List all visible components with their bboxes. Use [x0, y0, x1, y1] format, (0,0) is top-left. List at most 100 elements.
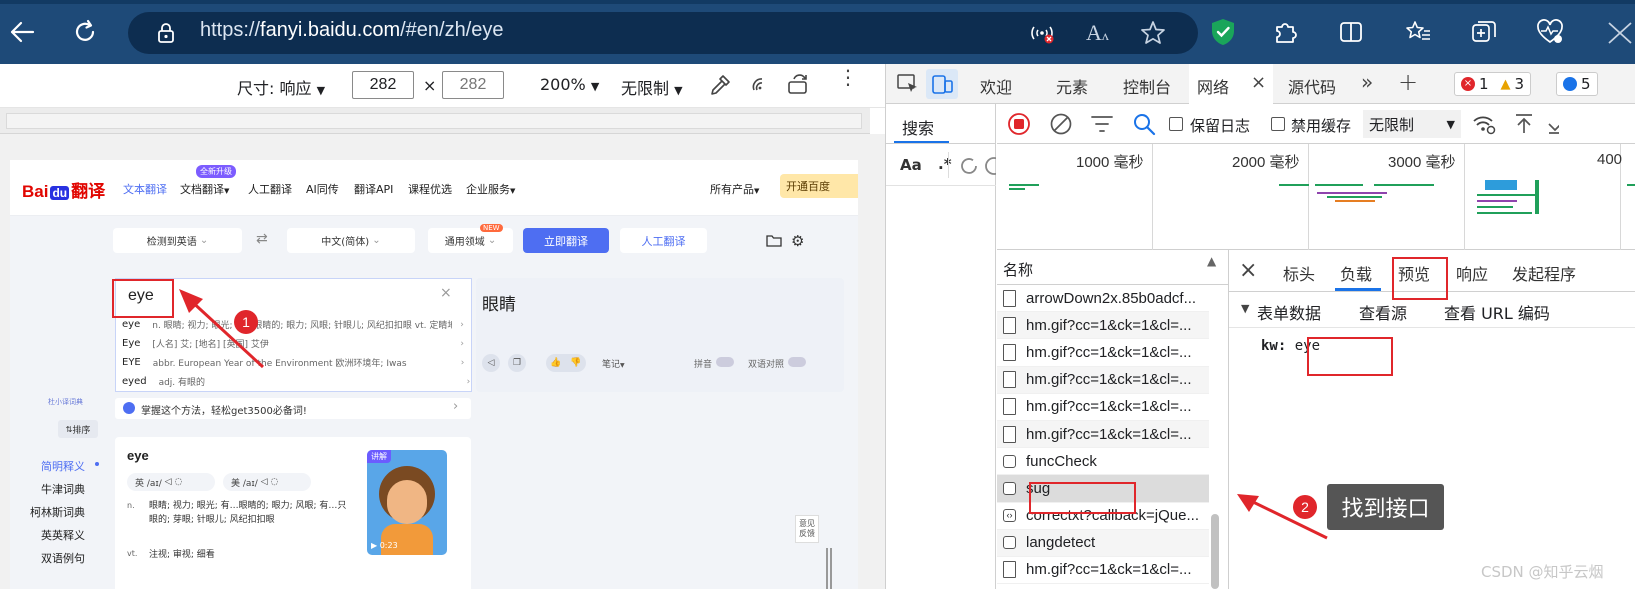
tab-payload[interactable]: 负载	[1340, 261, 1372, 285]
tab-headers[interactable]: 标头	[1283, 261, 1315, 285]
tab-sources[interactable]: 源代码	[1288, 74, 1336, 98]
open-membership-button[interactable]: 开通百度	[780, 174, 858, 198]
explainer-video[interactable]: 讲解 ▶ 0:23	[367, 450, 447, 555]
nav-text-translate[interactable]: 文本翻译	[123, 181, 167, 197]
speaker-icon[interactable]: ◁	[482, 354, 500, 372]
split-screen-icon[interactable]	[1338, 19, 1364, 49]
network-conditions-icon[interactable]	[1471, 112, 1497, 136]
target-language-select[interactable]: 中文(简体) ⌄	[287, 228, 415, 253]
sort-button[interactable]: ⇅ 排序	[58, 420, 98, 438]
tab-initiator[interactable]: 发起程序	[1512, 261, 1576, 285]
more-options-icon[interactable]: ⋮	[838, 67, 858, 87]
sidebar-item-collins[interactable]: 柯林斯词典	[20, 504, 85, 520]
import-har-icon[interactable]	[1513, 112, 1535, 136]
throttle-dropdown[interactable]: 无限制 ▼	[621, 75, 683, 99]
all-products-dropdown[interactable]: 所有产品▼	[710, 181, 759, 197]
refresh-button[interactable]	[67, 14, 103, 50]
phonetic-us[interactable]: 美 /aɪ/ ◁ ◌	[223, 473, 311, 491]
human-translate-button[interactable]: 人工翻译	[620, 228, 707, 253]
issues-counter[interactable]: × 1 ▲ 3	[1454, 72, 1532, 96]
sidebar-item-examples[interactable]: 双语例句	[20, 550, 85, 566]
export-har-icon[interactable]	[1547, 112, 1559, 136]
request-row[interactable]: arrowDown2x.85b0adcf...	[997, 285, 1209, 313]
notes-dropdown[interactable]: 笔记▼	[602, 357, 625, 370]
request-row[interactable]: hm.gif?cc=1&ck=1&cl=...	[997, 557, 1209, 585]
preserve-log-checkbox[interactable]	[1169, 117, 1183, 131]
shield-extension-icon[interactable]	[1210, 18, 1236, 50]
request-row[interactable]: hm.gif?cc=1&ck=1&cl=...	[997, 366, 1209, 394]
width-input[interactable]: 282	[352, 71, 414, 99]
request-row[interactable]: hm.gif?cc=1&ck=1&cl=...	[997, 312, 1209, 340]
suggestion-item[interactable]: EYE abbr. European Year of the Environmen…	[116, 353, 471, 372]
inspect-element-icon[interactable]	[896, 73, 920, 99]
close-tab-icon[interactable]: ×	[1251, 72, 1266, 93]
collections-icon[interactable]	[1470, 19, 1498, 49]
search-icon[interactable]	[1132, 112, 1156, 136]
suggestion-item[interactable]: Eye [人名] 艾; [地名] [英国] 艾伊 ›	[116, 334, 471, 353]
extensions-puzzle-icon[interactable]	[1272, 19, 1298, 49]
broadcast-blocked-icon[interactable]	[1030, 22, 1054, 48]
tab-console[interactable]: 控制台	[1123, 74, 1171, 98]
new-tab-plus-icon[interactable]: +	[1398, 68, 1418, 96]
nav-doc-translate[interactable]: 文档翻译▼	[180, 181, 229, 197]
nav-ai-interpret[interactable]: AI同传	[306, 181, 339, 197]
tab-welcome[interactable]: 欢迎	[980, 74, 1012, 98]
lock-icon[interactable]	[156, 22, 176, 48]
sidebar-item-concise[interactable]: 简明释义	[20, 458, 85, 474]
network-throttle-select[interactable]: 无限制 ▼	[1363, 110, 1461, 138]
close-details-icon[interactable]: ×	[1239, 258, 1257, 283]
info-counter[interactable]: 5	[1556, 72, 1598, 96]
nav-translate-api[interactable]: 翻译API	[354, 181, 393, 197]
tab-response[interactable]: 响应	[1456, 261, 1488, 285]
nav-enterprise[interactable]: 企业服务▼	[466, 181, 515, 197]
search-tab[interactable]: 搜索	[886, 104, 996, 144]
request-row[interactable]: funcCheck	[997, 448, 1209, 476]
record-stop-icon[interactable]	[1007, 112, 1031, 136]
device-mode-toggle[interactable]	[926, 69, 958, 99]
clear-log-icon[interactable]	[1049, 112, 1073, 136]
translate-now-button[interactable]: 立即翻译	[523, 228, 609, 253]
request-row[interactable]: hm.gif?cc=1&ck=1&cl=...	[997, 394, 1209, 421]
favorite-star-icon[interactable]	[1140, 20, 1166, 49]
feedback-thumbs-icon[interactable]: 👍 👎	[546, 354, 586, 372]
clear-input-icon[interactable]: ×	[440, 285, 452, 301]
page-scroll-handle[interactable]	[826, 548, 834, 589]
favorites-list-icon[interactable]	[1404, 19, 1432, 49]
health-heart-icon[interactable]	[1536, 19, 1564, 49]
eyedropper-icon[interactable]	[708, 73, 732, 101]
request-row[interactable]: langdetect	[997, 529, 1209, 557]
feedback-button[interactable]: 意见反馈	[795, 515, 819, 543]
rotate-device-icon[interactable]	[786, 73, 812, 101]
refresh-search-icon[interactable]	[958, 155, 980, 177]
read-aloud-icon[interactable]: Aʌ	[1086, 20, 1109, 46]
source-language-select[interactable]: 检测到英语 ⌄	[113, 228, 242, 253]
tab-network[interactable]: 网络 ×	[1189, 64, 1273, 104]
view-url-encoded-link[interactable]: 查看 URL 编码	[1444, 300, 1550, 324]
pinyin-toggle[interactable]	[716, 357, 734, 367]
tab-elements[interactable]: 元素	[1056, 74, 1088, 98]
sidebar-item-oxford[interactable]: 牛津词典	[20, 481, 85, 497]
url-text[interactable]: https://fanyi.baidu.com/#en/zh/eye	[200, 19, 504, 42]
back-button[interactable]	[4, 14, 40, 50]
swap-languages-icon[interactable]: ⇄	[256, 231, 268, 247]
disable-cache-checkbox[interactable]	[1271, 117, 1285, 131]
nav-courses[interactable]: 课程优选	[408, 181, 452, 197]
match-case-toggle[interactable]: Aa	[900, 156, 922, 174]
request-row[interactable]: hm.gif?cc=1&ck=1&cl=...	[997, 339, 1209, 367]
phonetic-uk[interactable]: 英 /aɪ/ ◁ ◌	[127, 473, 215, 491]
regex-toggle[interactable]: .*	[938, 155, 952, 173]
settings-gear-icon[interactable]: ⚙	[791, 232, 804, 250]
request-row[interactable]: hm.gif?cc=1&ck=1&cl=...	[997, 420, 1209, 449]
sidebar-item-en-en[interactable]: 英英释义	[20, 527, 85, 543]
copilot-icon[interactable]	[1605, 20, 1635, 50]
dimensions-dropdown[interactable]: 尺寸: 响应 ▼	[237, 75, 325, 99]
zoom-dropdown[interactable]: 200% ▼	[540, 75, 599, 94]
bilingual-toggle[interactable]	[788, 357, 806, 367]
list-scrollbar[interactable]	[1211, 514, 1219, 589]
sensor-icon[interactable]	[748, 73, 772, 101]
filter-icon[interactable]	[1090, 113, 1114, 135]
copy-icon[interactable]: ❐	[508, 354, 526, 372]
baidu-logo[interactable]: Bai du 翻译	[22, 177, 105, 202]
clear-search-icon[interactable]	[984, 155, 996, 177]
nav-human-translate[interactable]: 人工翻译	[248, 181, 292, 197]
